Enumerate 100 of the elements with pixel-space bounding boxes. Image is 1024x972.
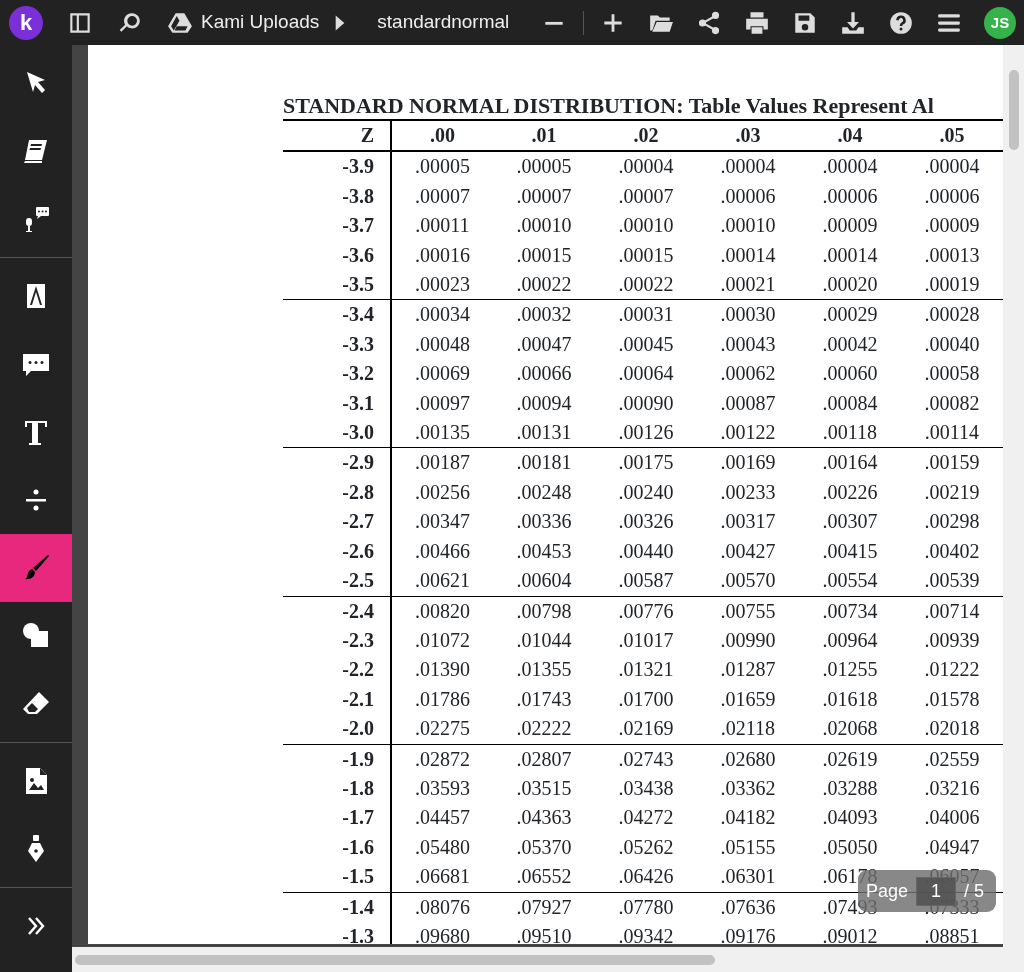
z-value: -2.8 — [342, 480, 374, 503]
probability-value: .01044 — [516, 628, 572, 651]
column-header: .05 — [939, 124, 965, 146]
probability-value: .00604 — [516, 569, 572, 592]
z-value: -2.3 — [342, 628, 374, 651]
probability-value: .00009 — [822, 214, 878, 237]
probability-value: .00131 — [516, 421, 572, 444]
probability-value: .07927 — [516, 895, 572, 918]
probability-value: .00042 — [822, 332, 878, 355]
column-header: Z — [360, 124, 374, 146]
probability-value: .08851 — [924, 924, 980, 944]
probability-value: .00004 — [618, 155, 674, 178]
z-value: -3.3 — [342, 332, 374, 355]
probability-value: .00248 — [516, 480, 572, 503]
probability-value: .01786 — [415, 687, 470, 710]
probability-value: .07636 — [720, 895, 776, 918]
probability-value: .01222 — [924, 658, 980, 681]
probability-value: .00798 — [516, 599, 572, 622]
probability-value: .00013 — [924, 243, 980, 266]
probability-value: .00043 — [720, 332, 776, 355]
probability-value: .00466 — [415, 539, 470, 562]
probability-value: .00233 — [720, 480, 776, 503]
paintbrush-tool-button[interactable] — [0, 534, 72, 602]
probability-value: .00347 — [415, 510, 470, 533]
scrollbar-thumb[interactable] — [75, 954, 715, 965]
probability-value: .01017 — [618, 628, 674, 651]
probability-value: .00090 — [618, 391, 674, 414]
probability-value: .00009 — [924, 214, 980, 237]
probability-value: .00020 — [822, 273, 878, 296]
probability-value: .01578 — [924, 687, 980, 710]
probability-value: .05262 — [618, 835, 674, 858]
column-header: .00 — [430, 124, 455, 146]
probability-value: .00964 — [822, 628, 878, 651]
z-value: -3.2 — [342, 362, 374, 385]
probability-value: .03288 — [822, 776, 878, 799]
column-header: .04 — [837, 124, 863, 146]
probability-value: .00040 — [924, 332, 980, 355]
probability-value: .00317 — [720, 510, 776, 533]
probability-value: .02169 — [618, 717, 674, 740]
probability-value: .00010 — [720, 214, 776, 237]
probability-value: .04093 — [822, 806, 878, 829]
probability-value: .00094 — [516, 391, 572, 414]
probability-value: .02619 — [822, 747, 878, 770]
probability-value: .02559 — [924, 747, 980, 770]
probability-value: .02807 — [516, 747, 572, 770]
download-icon[interactable] — [840, 9, 866, 36]
probability-value: .00028 — [924, 303, 980, 326]
z-value: -2.9 — [342, 451, 374, 474]
probability-value: .00256 — [415, 480, 470, 503]
probability-value: .00007 — [618, 184, 674, 207]
probability-value: .00016 — [415, 243, 470, 266]
probability-value: .00084 — [822, 391, 878, 414]
probability-value: .06426 — [618, 865, 674, 888]
probability-value: .00022 — [516, 273, 572, 296]
probability-value: .00006 — [822, 184, 878, 207]
share-icon[interactable] — [696, 9, 722, 36]
z-value: -3.7 — [342, 214, 374, 237]
probability-value: .00004 — [720, 155, 776, 178]
probability-value: .00015 — [618, 243, 674, 266]
probability-value: .02872 — [415, 747, 470, 770]
probability-value: .06552 — [516, 865, 572, 888]
print-icon[interactable] — [744, 9, 770, 36]
probability-value: .00990 — [720, 628, 776, 651]
vertical-scrollbar[interactable] — [1003, 45, 1024, 947]
help-icon[interactable] — [888, 9, 914, 36]
probability-value: .00087 — [720, 391, 776, 414]
probability-value: .00118 — [822, 421, 878, 444]
scrollbar-thumb[interactable] — [1008, 70, 1019, 150]
probability-value: .05050 — [822, 835, 878, 858]
probability-value: .01390 — [415, 658, 470, 681]
z-value: -3.9 — [342, 155, 374, 178]
probability-value: .00570 — [720, 569, 776, 592]
probability-value: .02222 — [516, 717, 572, 740]
probability-value: .00755 — [720, 599, 776, 622]
z-value: -2.4 — [342, 599, 374, 622]
z-value: -1.6 — [342, 835, 374, 858]
probability-value: .00004 — [822, 155, 878, 178]
probability-value: .00298 — [924, 510, 980, 533]
z-value: -1.4 — [342, 895, 374, 918]
probability-value: .01659 — [720, 687, 776, 710]
probability-value: .07780 — [618, 895, 674, 918]
probability-value: .00539 — [924, 569, 980, 592]
probability-value: .00336 — [516, 510, 572, 533]
probability-value: .00045 — [618, 332, 674, 355]
probability-value: .00006 — [924, 184, 980, 207]
probability-value: .04457 — [415, 806, 470, 829]
breadcrumb-link[interactable]: Kami Uploads — [201, 8, 320, 37]
probability-value: .02743 — [618, 747, 674, 770]
z-value: -3.5 — [342, 273, 374, 296]
probability-value: .00023 — [415, 273, 470, 296]
probability-value: .09680 — [415, 924, 470, 944]
probability-value: .03438 — [618, 776, 674, 799]
probability-value: .00034 — [415, 303, 470, 326]
probability-value: .09012 — [822, 924, 878, 944]
horizontal-scrollbar[interactable] — [72, 947, 1024, 972]
z-value: -3.8 — [342, 184, 374, 207]
logo[interactable]: k — [9, 5, 43, 40]
z-value: -2.2 — [342, 658, 374, 681]
probability-value: .04006 — [924, 806, 980, 829]
probability-value: .01287 — [720, 658, 776, 681]
